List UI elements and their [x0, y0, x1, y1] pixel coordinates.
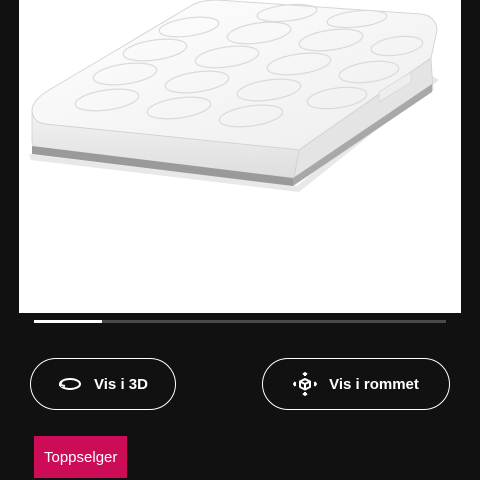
- top-seller-label: Toppselger: [44, 448, 118, 466]
- top-seller-badge: Toppselger: [34, 436, 128, 478]
- view-in-3d-label: Vis i 3D: [94, 375, 148, 393]
- view-in-3d-button[interactable]: Vis i 3D: [30, 358, 176, 410]
- rotate-3d-icon: [58, 374, 82, 394]
- carousel-progress-fill: [34, 320, 102, 323]
- image-carousel-progress[interactable]: [34, 320, 446, 323]
- augmented-reality-icon: [293, 372, 318, 396]
- view-in-room-button[interactable]: Vis i rommet: [262, 358, 450, 410]
- view-in-room-label: Vis i rommet: [329, 375, 419, 393]
- mattress-image: [29, 0, 439, 192]
- product-image[interactable]: [19, 0, 461, 313]
